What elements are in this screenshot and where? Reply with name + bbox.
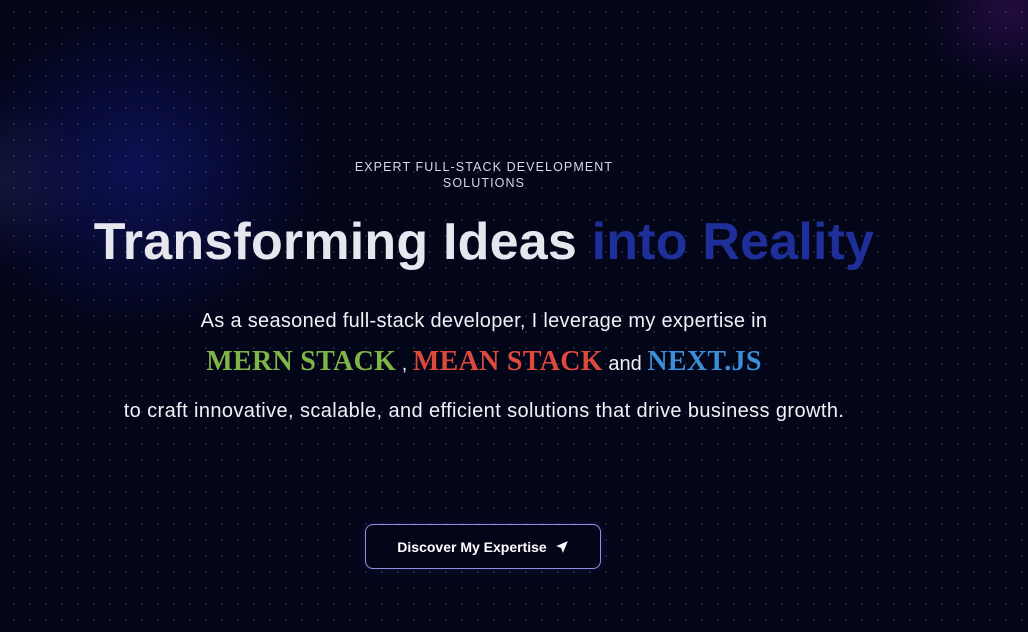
stack-conjunction: and — [608, 353, 642, 375]
hero-lead-text: As a seasoned full-stack developer, I le… — [200, 310, 768, 332]
hero-eyebrow: EXPERT FULL-STACK DEVELOPMENT SOLUTIONS — [354, 160, 614, 190]
discover-expertise-button[interactable]: Discover My Expertise — [365, 524, 601, 569]
stack-separator: , — [401, 353, 408, 375]
stack-next: NEXT.JS — [647, 346, 762, 377]
hero-section: EXPERT FULL-STACK DEVELOPMENT SOLUTIONS … — [0, 0, 1028, 632]
stack-mean: MEAN STACK — [412, 346, 603, 377]
hero-headline: Transforming Ideas into Reality — [0, 210, 968, 274]
tech-stack-row: MERN STACK , MEAN STACK and NEXT.JS — [0, 346, 968, 378]
stack-mern: MERN STACK — [206, 346, 397, 377]
cta-label: Discover My Expertise — [397, 538, 547, 555]
headline-main: Transforming Ideas — [93, 213, 592, 271]
hero-tail-text: to craft innovative, scalable, and effic… — [123, 400, 845, 422]
send-icon — [555, 540, 569, 554]
headline-accent: into Reality — [591, 213, 875, 271]
